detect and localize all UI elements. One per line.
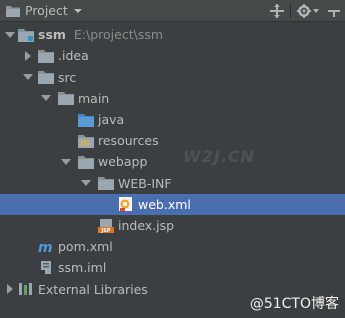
folder-icon (38, 48, 54, 64)
root-module-name: ssm (38, 27, 66, 43)
tree-node-idea[interactable]: .idea (0, 45, 345, 67)
expanded-arrow-icon[interactable] (4, 29, 16, 41)
svg-text:JSP: JSP (100, 228, 110, 234)
expanded-arrow-icon[interactable] (40, 92, 52, 104)
header-toolbar (266, 0, 345, 22)
tree-node-webinf[interactable]: WEB-INF (0, 172, 345, 194)
settings-button[interactable] (293, 0, 323, 22)
tree-node-indexjsp[interactable]: JSP index.jsp (0, 215, 345, 237)
tree-node-java[interactable]: java (0, 109, 345, 131)
tree-label-webapp: webapp (98, 154, 148, 170)
tree-node-webxml[interactable]: web.xml (0, 193, 345, 216)
gear-icon (297, 4, 311, 18)
source-folder-icon (78, 112, 94, 128)
folder-icon (38, 69, 54, 85)
toolbar-separator (290, 4, 291, 18)
project-view-selector[interactable]: Project (0, 0, 82, 22)
tree-node-ssmiml[interactable]: ssm.iml (0, 257, 345, 279)
header-title: Project (25, 3, 68, 18)
tree-node-src[interactable]: src (0, 66, 345, 88)
project-folder-icon (6, 5, 20, 17)
scroll-from-source-icon (270, 4, 284, 18)
tree-label-indexjsp: index.jsp (118, 218, 175, 234)
dropdown-arrow-icon (73, 8, 82, 13)
module-folder-icon (18, 27, 34, 43)
resources-folder-icon (78, 133, 94, 149)
tool-window-header: Project (0, 0, 345, 22)
tree-label-ssmiml: ssm.iml (58, 260, 107, 276)
tree-label-java: java (98, 112, 125, 128)
collapsed-arrow-icon[interactable] (4, 283, 16, 295)
tree-label-resources: resources (98, 133, 159, 149)
expanded-arrow-icon[interactable] (60, 156, 72, 168)
watermark-mid: W2J.CN (183, 147, 255, 166)
folder-icon (98, 175, 114, 191)
maven-file-icon: m (38, 239, 54, 255)
web-xml-file-icon (118, 196, 134, 212)
settings-dropdown-icon (313, 9, 319, 13)
watermark: @51CTO博客 (249, 296, 339, 312)
expanded-arrow-icon[interactable] (22, 71, 34, 83)
tree-node-resources[interactable]: resources (0, 130, 345, 152)
tree-node-ssm[interactable]: ssm E:\project\ssm (0, 24, 345, 46)
tree-label-webxml: web.xml (138, 196, 191, 212)
tree-label-external-libraries: External Libraries (38, 281, 148, 297)
hide-button[interactable] (323, 0, 345, 22)
project-tool-window: Project ssm E:\project\ssm .idea src mai… (0, 0, 345, 318)
folder-icon (78, 154, 94, 170)
svg-text:m: m (38, 240, 53, 254)
expanded-arrow-icon[interactable] (80, 177, 92, 189)
tree-node-webapp[interactable]: webapp (0, 151, 345, 173)
hide-icon (328, 10, 340, 17)
tree-label-pomxml: pom.xml (58, 239, 113, 255)
tree-node-main[interactable]: main (0, 88, 345, 110)
libraries-icon (18, 281, 34, 297)
tree-label-src: src (58, 69, 77, 85)
folder-icon (58, 90, 74, 106)
jsp-file-icon: JSP (98, 218, 114, 234)
tree-node-pomxml[interactable]: m pom.xml (0, 236, 345, 258)
iml-file-icon (38, 260, 54, 276)
tree-label-webinf: WEB-INF (118, 175, 172, 191)
tree-label-main: main (78, 90, 110, 106)
scroll-from-source-button[interactable] (266, 0, 288, 22)
root-module-path: E:\project\ssm (73, 27, 164, 43)
collapsed-arrow-icon[interactable] (22, 50, 34, 62)
tree-label-idea: .idea (58, 48, 89, 64)
